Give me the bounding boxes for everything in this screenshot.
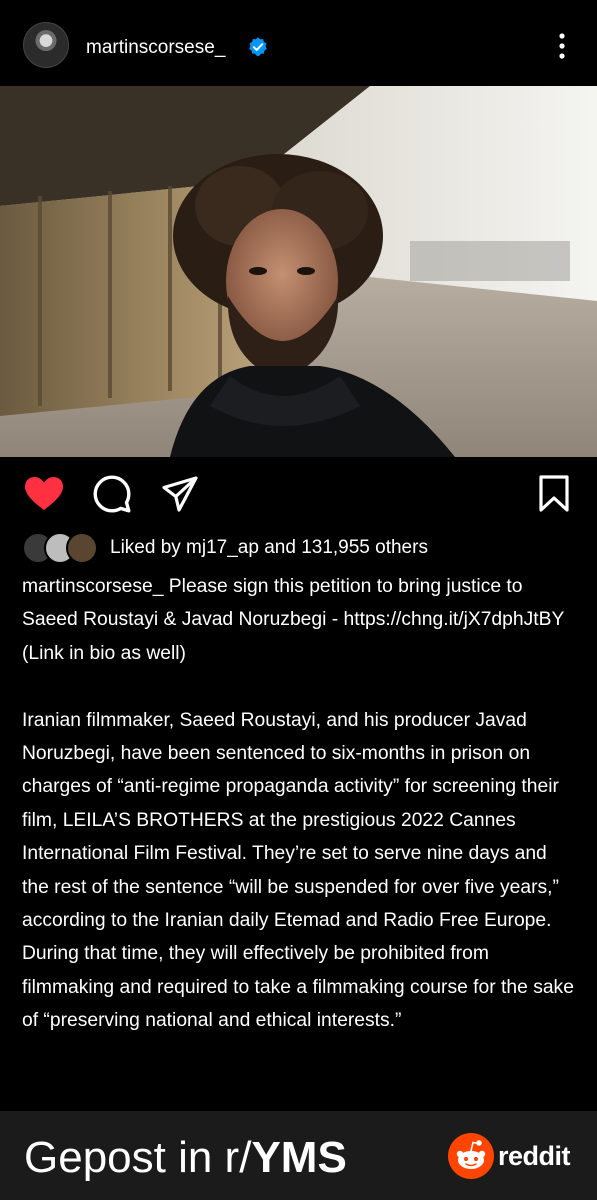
caption-line: Iranian filmmaker, Saeed Roustayi, and h… — [22, 709, 574, 1032]
avatar[interactable] — [23, 22, 69, 68]
bookmark-icon[interactable] — [538, 475, 570, 513]
footer-caption: Gepost in r/YMS — [24, 1133, 347, 1183]
verified-badge-icon — [249, 37, 267, 57]
footer-prefix: Gepost in r/ — [24, 1133, 252, 1182]
post-caption: martinscorsese_ Please sign this petitio… — [22, 570, 578, 1038]
liker-avatar — [66, 532, 98, 564]
share-icon[interactable] — [161, 475, 199, 513]
heart-icon[interactable] — [24, 476, 64, 512]
comment-icon[interactable] — [93, 475, 131, 513]
likes-row[interactable]: Liked by mj17_ap and 131,955 others — [22, 532, 582, 564]
more-options-icon[interactable] — [552, 30, 572, 62]
post-photo[interactable] — [0, 86, 597, 457]
post-action-bar — [0, 457, 597, 527]
reddit-footer: Gepost in r/YMS reddit — [0, 1111, 597, 1200]
caption-line: martinscorsese_ Please sign this petitio… — [22, 576, 565, 631]
reddit-icon — [448, 1133, 494, 1179]
caption-line: (Link in bio as well) — [22, 642, 186, 664]
post-header: martinscorsese_ — [0, 0, 597, 88]
reddit-wordmark: reddit — [498, 1141, 571, 1171]
portrait-photo — [0, 86, 597, 457]
subreddit-name: YMS — [251, 1133, 347, 1182]
username[interactable]: martinscorsese_ — [86, 36, 225, 60]
likes-count[interactable]: Liked by mj17_ap and 131,955 others — [110, 536, 428, 560]
